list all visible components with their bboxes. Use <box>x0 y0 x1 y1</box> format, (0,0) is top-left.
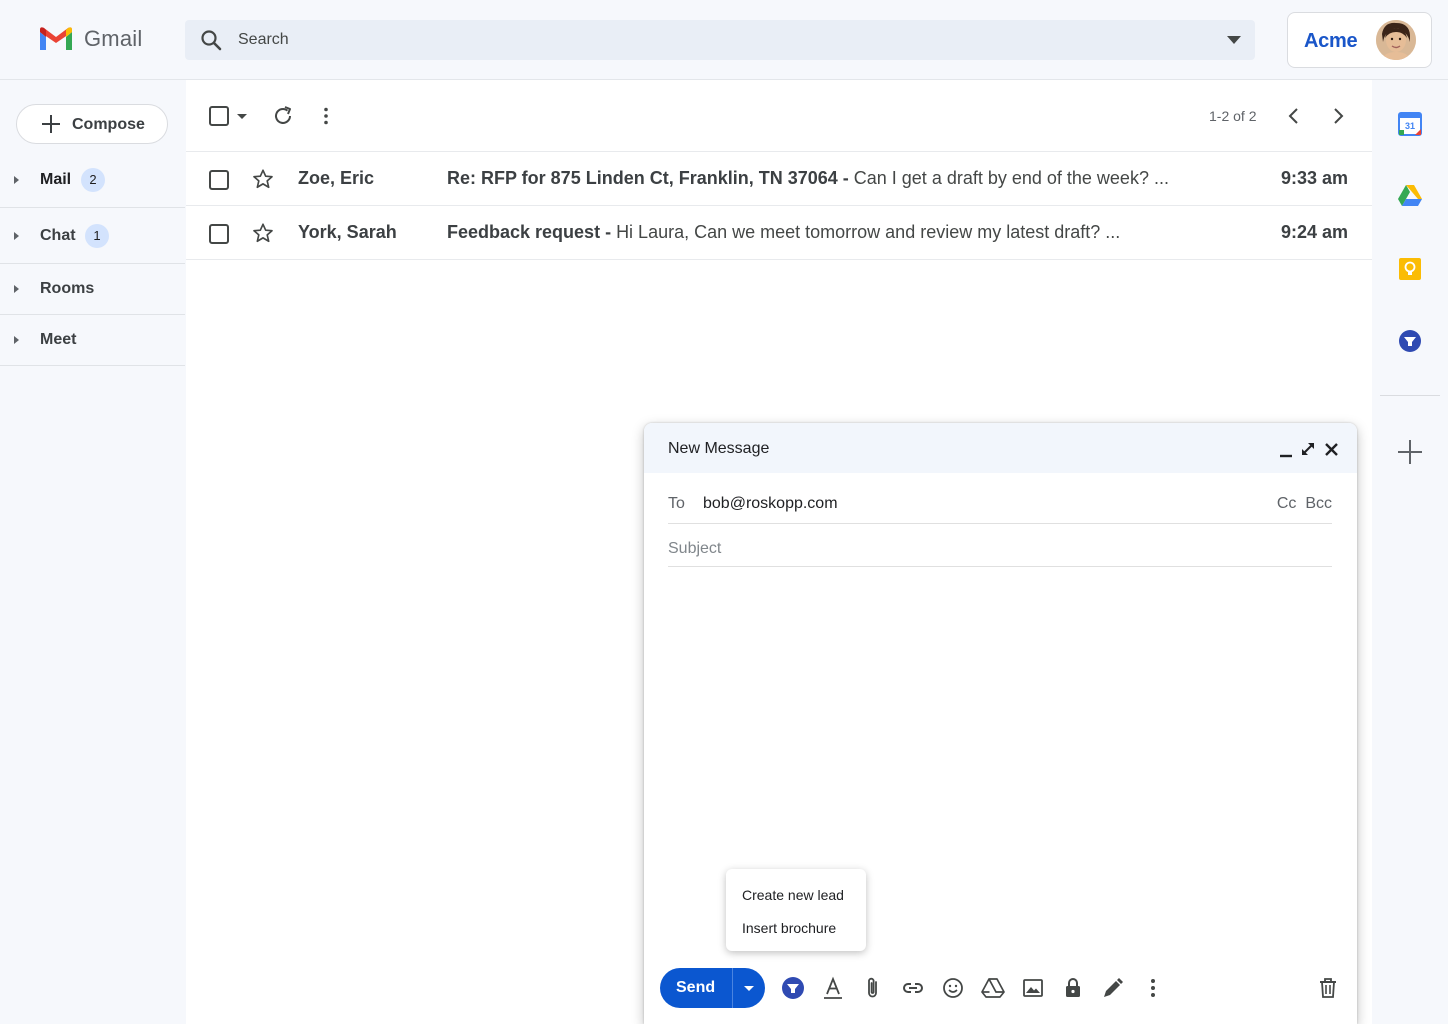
more-vert-icon[interactable] <box>316 106 336 126</box>
subject-separator: - <box>600 222 617 242</box>
add-addon-icon[interactable] <box>1397 439 1423 465</box>
subject-separator: - <box>837 168 854 188</box>
unread-badge: 1 <box>85 224 109 248</box>
sidebar-item-label: Meet <box>40 331 77 348</box>
chevron-left-icon[interactable] <box>1284 106 1304 126</box>
email-time: 9:33 am <box>1280 168 1348 188</box>
to-label: To <box>668 495 685 512</box>
star-icon[interactable] <box>252 168 274 190</box>
sidebar-item-label: Rooms <box>40 280 95 297</box>
account-brand: Acme <box>1304 30 1358 52</box>
expand-icon[interactable] <box>1301 442 1315 456</box>
rail-divider <box>1380 395 1440 396</box>
sidebar-item-meet[interactable]: Meet <box>0 315 185 366</box>
calendar-icon[interactable]: 31 <box>1398 112 1422 136</box>
plus-icon <box>42 115 60 133</box>
send-button[interactable]: Send <box>660 968 765 1008</box>
email-preview: Re: RFP for 875 Linden Ct, Franklin, TN … <box>447 168 1169 189</box>
keep-icon[interactable] <box>1398 257 1422 281</box>
email-snippet: Hi Laura, Can we meet tomorrow and revie… <box>616 222 1121 242</box>
emoji-icon[interactable] <box>941 976 965 1000</box>
search-options-icon[interactable] <box>1227 36 1241 44</box>
expand-caret-icon[interactable] <box>14 176 19 184</box>
email-time: 9:24 am <box>1280 222 1348 242</box>
svg-text:31: 31 <box>1405 121 1415 131</box>
gmail-m-icon <box>40 27 72 50</box>
signature-pen-icon[interactable] <box>1101 976 1125 1000</box>
link-icon[interactable] <box>901 976 925 1000</box>
sidebar-item-mail[interactable]: Mail 2 <box>0 152 185 208</box>
sidebar-item-label: Mail <box>40 171 72 188</box>
select-all-checkbox[interactable] <box>209 106 229 126</box>
avatar[interactable] <box>1376 20 1416 60</box>
refresh-icon[interactable] <box>272 105 294 127</box>
sidebar-item-chat[interactable]: Chat 1 <box>0 208 185 264</box>
unread-badge: 2 <box>81 168 105 192</box>
to-field[interactable]: To bob@roskopp.com Cc Bcc <box>668 495 1332 524</box>
lock-icon[interactable] <box>1061 976 1085 1000</box>
drive-icon[interactable] <box>1397 184 1423 208</box>
send-options-icon[interactable] <box>744 986 754 991</box>
cc-bcc-link[interactable]: Cc Bcc <box>1277 495 1332 513</box>
select-options-icon[interactable] <box>237 114 247 119</box>
email-sender: York, Sarah <box>298 222 397 242</box>
search-icon[interactable] <box>199 28 223 52</box>
side-panel-rail: 31 <box>1372 80 1448 1024</box>
row-checkbox[interactable] <box>209 224 229 244</box>
more-options-icon[interactable] <box>1141 976 1165 1000</box>
compose-button[interactable]: Compose <box>16 104 168 144</box>
email-subject: Feedback request <box>447 222 601 242</box>
email-snippet: Can I get a draft by end of the week? ..… <box>853 168 1169 188</box>
top-header: Gmail Search Acme <box>0 0 1448 80</box>
table-row[interactable]: York, Sarah Feedback request - Hi Laura,… <box>186 206 1372 260</box>
logo-text: Gmail <box>84 26 143 51</box>
table-row[interactable]: Zoe, Eric Re: RFP for 875 Linden Ct, Fra… <box>186 152 1372 206</box>
drive-insert-icon[interactable] <box>981 976 1005 1000</box>
compose-title: New Message <box>668 440 770 457</box>
row-checkbox[interactable] <box>209 170 229 190</box>
recipient-input[interactable]: bob@roskopp.com <box>703 495 838 513</box>
search-bar[interactable]: Search <box>185 20 1255 60</box>
menu-item-insert-brochure[interactable]: Insert brochure <box>742 920 836 936</box>
send-label: Send <box>676 979 716 996</box>
menu-item-create-lead[interactable]: Create new lead <box>742 887 844 903</box>
attach-icon[interactable] <box>861 976 885 1000</box>
subject-field[interactable]: Subject <box>668 540 1332 567</box>
pagination-label: 1-2 of 2 <box>1209 108 1257 124</box>
star-icon[interactable] <box>252 222 274 244</box>
email-sender: Zoe, Eric <box>298 168 375 188</box>
email-subject: Re: RFP for 875 Linden Ct, Franklin, TN … <box>447 168 838 188</box>
compose-header[interactable]: New Message <box>644 423 1357 473</box>
minimize-icon[interactable] <box>1279 444 1293 458</box>
compose-label: Compose <box>72 116 145 133</box>
text-format-icon[interactable] <box>821 976 845 1000</box>
gmail-logo[interactable]: Gmail <box>38 26 142 52</box>
expand-caret-icon[interactable] <box>14 336 19 344</box>
trash-icon[interactable] <box>1316 976 1340 1000</box>
crm-addon-icon[interactable] <box>781 976 805 1000</box>
chevron-right-icon[interactable] <box>1328 106 1348 126</box>
sidebar-item-rooms[interactable]: Rooms <box>0 264 185 315</box>
account-switcher[interactable]: Acme <box>1287 12 1432 68</box>
mail-toolbar: 1-2 of 2 <box>186 80 1372 152</box>
insert-photo-icon[interactable] <box>1021 976 1045 1000</box>
subject-input[interactable]: Subject <box>668 540 721 558</box>
search-input[interactable]: Search <box>238 31 289 49</box>
sidebar-item-label: Chat <box>40 227 76 244</box>
email-preview: Feedback request - Hi Laura, Can we meet… <box>447 222 1120 243</box>
expand-caret-icon[interactable] <box>14 285 19 293</box>
close-icon[interactable] <box>1325 443 1338 456</box>
avatar-portrait-icon <box>1376 20 1416 60</box>
send-divider <box>732 968 733 1008</box>
expand-caret-icon[interactable] <box>14 232 19 240</box>
addon-menu: Create new lead Insert brochure <box>726 869 866 951</box>
left-sidebar: Compose Mail 2 Chat 1 Rooms Meet <box>0 80 185 1024</box>
crm-addon-icon[interactable] <box>1398 329 1422 353</box>
